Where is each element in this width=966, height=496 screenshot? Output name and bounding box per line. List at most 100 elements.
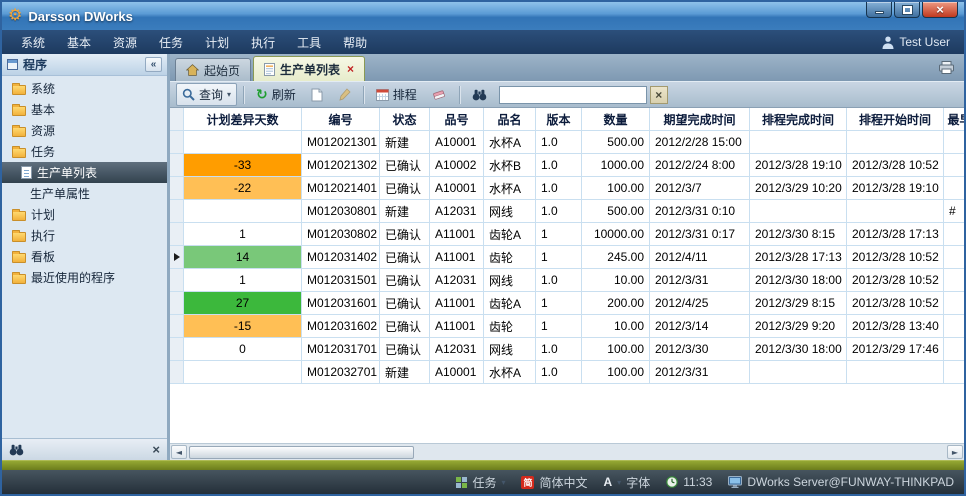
cell-plan-diff-days[interactable]: 1 [184, 223, 302, 246]
cell-plan-diff-days[interactable]: 1 [184, 269, 302, 292]
sidebar-item[interactable]: 系统 [2, 78, 167, 99]
statusbar-language[interactable]: 简 简体中文 [521, 474, 587, 491]
cell[interactable]: 已确认 [380, 292, 430, 315]
cell[interactable]: 1 [536, 246, 582, 269]
menu-item-7[interactable]: 帮助 [332, 31, 378, 54]
table-row[interactable]: 14M012031402已确认A11001齿轮1245.002012/4/112… [170, 246, 964, 269]
cell[interactable]: M012030802 [302, 223, 380, 246]
column-header[interactable]: 排程完成时间 [750, 108, 847, 131]
cell[interactable]: 1 [536, 315, 582, 338]
cell[interactable]: 100.00 [582, 177, 650, 200]
cell[interactable]: 网线 [484, 338, 536, 361]
table-row[interactable]: 0M012031701已确认A12031网线1.0100.002012/3/30… [170, 338, 964, 361]
cell[interactable]: A10002 [430, 154, 484, 177]
table-row[interactable]: 1M012030802已确认A11001齿轮A110000.002012/3/3… [170, 223, 964, 246]
search-input[interactable] [499, 86, 647, 104]
sidebar-collapse-button[interactable]: « [145, 57, 162, 72]
cell-plan-diff-days[interactable]: 27 [184, 292, 302, 315]
cell[interactable]: 已确认 [380, 154, 430, 177]
table-row[interactable]: -15M012031602已确认A11001齿轮110.002012/3/142… [170, 315, 964, 338]
cell-plan-diff-days[interactable] [184, 131, 302, 154]
column-header[interactable]: 数量 [582, 108, 650, 131]
cell[interactable]: M012021301 [302, 131, 380, 154]
cell[interactable]: 500.00 [582, 131, 650, 154]
refresh-button[interactable]: ↻ 刷新 [250, 83, 302, 106]
menu-item-2[interactable]: 资源 [102, 31, 148, 54]
maximize-button[interactable] [894, 2, 920, 18]
cell[interactable]: 200.00 [582, 292, 650, 315]
row-selector[interactable] [170, 246, 184, 269]
cell[interactable] [750, 361, 847, 384]
cell[interactable]: 水杯B [484, 154, 536, 177]
cell[interactable]: 100.00 [582, 338, 650, 361]
row-selector[interactable] [170, 292, 184, 315]
cell[interactable]: 水杯A [484, 361, 536, 384]
cell[interactable]: 500.00 [582, 200, 650, 223]
cell[interactable]: A10001 [430, 361, 484, 384]
table-row[interactable]: M012030801新建A12031网线1.0500.002012/3/31 0… [170, 200, 964, 223]
sidebar-item[interactable]: 生产单列表 [2, 162, 167, 183]
cell[interactable] [944, 131, 964, 154]
cell[interactable]: 新建 [380, 131, 430, 154]
tab-close-icon[interactable]: × [347, 63, 354, 75]
cell[interactable]: 水杯A [484, 177, 536, 200]
sidebar-item[interactable]: 生产单属性 [2, 183, 167, 204]
row-selector[interactable] [170, 200, 184, 223]
scroll-right-arrow[interactable]: ► [947, 445, 963, 459]
cell-plan-diff-days[interactable] [184, 200, 302, 223]
cell[interactable]: M012031601 [302, 292, 380, 315]
cell[interactable]: A10001 [430, 131, 484, 154]
column-header[interactable]: 品号 [430, 108, 484, 131]
edit-button[interactable] [332, 85, 357, 104]
sidebar-item[interactable]: 计划 [2, 204, 167, 225]
cell-plan-diff-days[interactable]: -15 [184, 315, 302, 338]
cell[interactable]: 2012/3/28 19:10 [750, 154, 847, 177]
select-all-corner[interactable] [170, 108, 184, 131]
scrollbar-thumb[interactable] [189, 446, 414, 459]
cell[interactable]: M012032701 [302, 361, 380, 384]
cell[interactable]: 齿轮A [484, 292, 536, 315]
cell[interactable]: 2012/3/30 18:00 [750, 269, 847, 292]
cell[interactable]: 2012/3/29 10:20 [750, 177, 847, 200]
cell[interactable]: 1.0 [536, 269, 582, 292]
row-selector[interactable] [170, 154, 184, 177]
minimize-button[interactable] [866, 2, 892, 18]
cell-plan-diff-days[interactable]: 14 [184, 246, 302, 269]
cell[interactable]: 2012/3/31 0:10 [650, 200, 750, 223]
clear-schedule-button[interactable] [426, 85, 453, 104]
cell[interactable]: 2012/4/25 [650, 292, 750, 315]
cell[interactable]: 2012/3/28 19:10 [847, 177, 944, 200]
cell[interactable]: 已确认 [380, 338, 430, 361]
cell[interactable]: 已确认 [380, 269, 430, 292]
cell[interactable]: 网线 [484, 200, 536, 223]
row-selector[interactable] [170, 269, 184, 292]
cell[interactable]: 2012/3/14 [650, 315, 750, 338]
cell[interactable]: # [944, 200, 964, 223]
cell[interactable]: A12031 [430, 338, 484, 361]
sidebar-item[interactable]: 基本 [2, 99, 167, 120]
cell[interactable] [944, 338, 964, 361]
tab-production-orders[interactable]: 生产单列表 × [253, 56, 365, 81]
cell[interactable]: 新建 [380, 200, 430, 223]
cell[interactable] [847, 131, 944, 154]
column-header[interactable]: 计划差异天数 [184, 108, 302, 131]
table-row[interactable]: -33M012021302已确认A10002水杯B1.01000.002012/… [170, 154, 964, 177]
cell[interactable]: 2012/3/28 10:52 [847, 154, 944, 177]
close-button[interactable]: × [922, 2, 958, 18]
cell[interactable]: 2012/3/30 8:15 [750, 223, 847, 246]
menu-item-3[interactable]: 任务 [148, 31, 194, 54]
column-header[interactable]: 最早开始时间 [944, 108, 964, 131]
statusbar-tasks[interactable]: 任务 ▾ [456, 474, 505, 491]
printer-icon[interactable] [939, 61, 954, 74]
menu-item-4[interactable]: 计划 [194, 31, 240, 54]
cell[interactable]: 1000.00 [582, 154, 650, 177]
column-header[interactable]: 期望完成时间 [650, 108, 750, 131]
cell[interactable]: A10001 [430, 177, 484, 200]
cell[interactable]: M012021401 [302, 177, 380, 200]
row-selector[interactable] [170, 223, 184, 246]
cell[interactable]: 2012/3/28 10:52 [847, 269, 944, 292]
cell[interactable]: 2012/3/31 [650, 361, 750, 384]
row-selector[interactable] [170, 315, 184, 338]
menu-item-6[interactable]: 工具 [286, 31, 332, 54]
cell[interactable]: 2012/3/30 [650, 338, 750, 361]
